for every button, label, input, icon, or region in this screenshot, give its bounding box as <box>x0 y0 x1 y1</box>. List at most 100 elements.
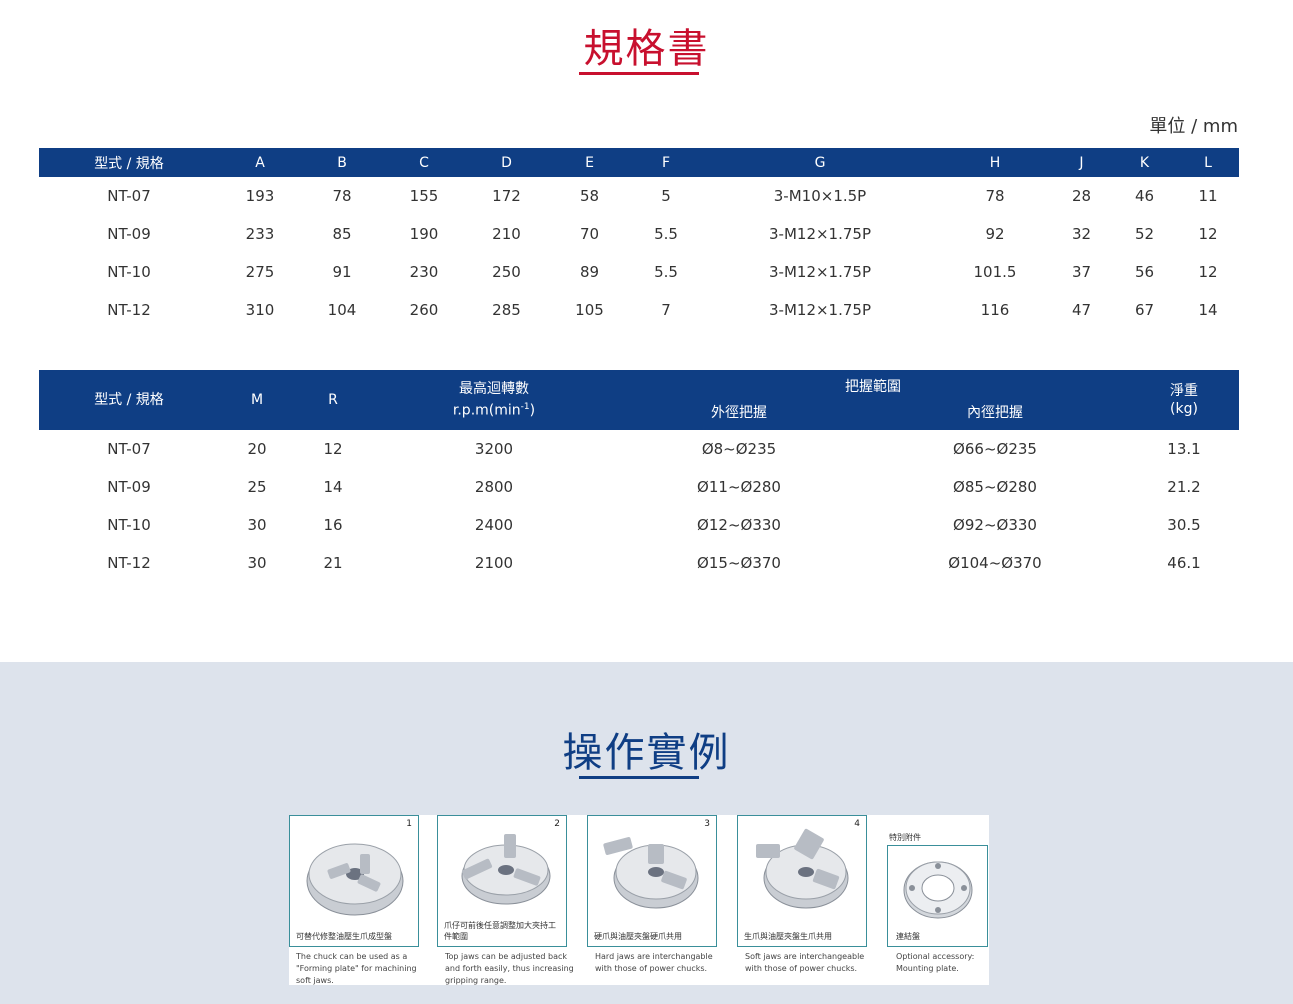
value-cell: 32 <box>1071 225 1092 243</box>
chuck-image <box>461 834 551 905</box>
col-header: C <box>383 148 465 177</box>
value-cell: Ø15~Ø370 <box>697 554 781 572</box>
value-cell: 5.5 <box>654 263 678 281</box>
model-cell: NT-09 <box>107 225 151 243</box>
model-cell: NT-07 <box>107 187 151 205</box>
table-row: NT-10 30 16 2400 Ø12~Ø330 Ø92~Ø330 30.5 <box>39 506 1239 544</box>
value-cell: 2100 <box>474 554 514 572</box>
operation-examples-panel: 1 可替代修整油壓生爪成型盤 The chuck can be used as … <box>289 815 989 985</box>
col-header: G <box>701 148 939 177</box>
value-cell: 21 <box>323 554 343 572</box>
col-header: J <box>1051 148 1112 177</box>
value-cell: 233 <box>245 225 275 243</box>
model-cell: NT-07 <box>107 440 151 458</box>
dimension-table-header: 型式 / 規格 A B C D E F G H J K L <box>39 148 1239 177</box>
value-cell: 13.1 <box>1167 440 1201 458</box>
example-card-4: 4 生爪與油壓夾盤生爪共用 <box>737 815 867 947</box>
col-header: B <box>301 148 383 177</box>
value-cell: 91 <box>332 263 352 281</box>
example-card-2: 2 爪仔可前後任意調整加大夾持工件範圍 <box>437 815 567 947</box>
col-header: K <box>1112 148 1177 177</box>
col-header-grip-range: 把握範圍 <box>617 370 1129 396</box>
value-cell: 14 <box>323 478 343 496</box>
value-cell: 30 <box>247 516 267 534</box>
value-cell: Ø66~Ø235 <box>953 440 1037 458</box>
col-header: E <box>548 148 631 177</box>
value-cell: 116 <box>980 301 1010 319</box>
operation-title: 操作實例 <box>562 730 731 776</box>
value-cell: 14 <box>1198 301 1218 319</box>
value-cell: 2400 <box>474 516 514 534</box>
value-cell: 21.2 <box>1167 478 1201 496</box>
value-cell: 67 <box>1134 301 1155 319</box>
value-cell: 70 <box>579 225 600 243</box>
value-cell: 3-M10×1.5P <box>773 187 867 205</box>
value-cell: 3-M12×1.75P <box>769 225 871 243</box>
value-cell: 30 <box>247 554 267 572</box>
chuck-image <box>306 843 404 916</box>
operation-title-underline <box>579 776 699 779</box>
value-cell: 92 <box>985 225 1005 243</box>
value-cell: 12 <box>1198 225 1218 243</box>
value-cell: 46 <box>1134 187 1155 205</box>
value-cell: 105 <box>575 301 604 319</box>
value-cell: 56 <box>1134 263 1155 281</box>
value-cell: 190 <box>409 225 439 243</box>
col-header: R <box>295 370 371 430</box>
table-row: NT-12 30 21 2100 Ø15~Ø370 Ø104~Ø370 46.1 <box>39 544 1239 582</box>
model-cell: NT-10 <box>107 516 151 534</box>
model-cell: NT-12 <box>107 554 151 572</box>
value-cell: 78 <box>985 187 1005 205</box>
table-row: NT-12 310 104 260 285 105 7 3-M12×1.75P 116 47 67 1… <box>39 291 1239 329</box>
value-cell: 85 <box>332 225 352 243</box>
example-card-1: 1 可替代修整油壓生爪成型盤 <box>289 815 419 947</box>
table-row: NT-10 275 91 230 250 89 5.5 3-M12×1.75P 101.5 37 5… <box>39 253 1239 291</box>
value-cell: 172 <box>492 187 521 205</box>
col-header-outer-grip: 外徑把握 <box>617 396 861 430</box>
value-cell: 3-M12×1.75P <box>769 263 871 281</box>
value-cell: 285 <box>492 301 521 319</box>
model-cell: NT-09 <box>107 478 151 496</box>
value-cell: 30.5 <box>1167 516 1201 534</box>
performance-table-header: 型式 / 規格 M R 最高迴轉數 r.p.m(min-1) 把握範圍 淨重 (… <box>39 370 1239 430</box>
value-cell: 89 <box>579 263 600 281</box>
value-cell: 275 <box>245 263 275 281</box>
value-cell: 2800 <box>474 478 514 496</box>
table-row: NT-07 193 78 155 172 58 5 3-M10×1.5P 78 28 46 11 <box>39 177 1239 215</box>
value-cell: 210 <box>492 225 521 243</box>
value-cell: Ø92~Ø330 <box>953 516 1037 534</box>
col-header: M <box>219 370 295 430</box>
example-card-3: 3 硬爪與油壓夾盤硬爪共用 <box>587 815 717 947</box>
value-cell: 155 <box>409 187 439 205</box>
value-cell: 310 <box>245 301 275 319</box>
spec-title: 規格書 <box>583 26 710 72</box>
value-cell: Ø8~Ø235 <box>701 440 777 458</box>
mounting-plate-image <box>903 861 973 919</box>
table-row: NT-09 233 85 190 210 70 5.5 3-M12×1.75P 92 32 52 12 <box>39 215 1239 253</box>
value-cell: 260 <box>409 301 439 319</box>
value-cell: 25 <box>247 478 267 496</box>
chuck-image <box>603 837 699 909</box>
value-cell: Ø12~Ø330 <box>697 516 781 534</box>
value-cell: 7 <box>661 301 671 319</box>
value-cell: 230 <box>409 263 439 281</box>
col-header: 型式 / 規格 <box>39 370 219 430</box>
col-header: A <box>219 148 301 177</box>
value-cell: 101.5 <box>973 263 1017 281</box>
spec-title-underline <box>579 72 699 75</box>
value-cell: 11 <box>1198 187 1218 205</box>
value-cell: 5 <box>661 187 671 205</box>
value-cell: 3-M12×1.75P <box>769 301 871 319</box>
value-cell: 46.1 <box>1167 554 1201 572</box>
value-cell: 37 <box>1071 263 1092 281</box>
value-cell: 5.5 <box>654 225 678 243</box>
value-cell: 250 <box>492 263 521 281</box>
value-cell: 20 <box>247 440 267 458</box>
unit-label: 單位 / mm <box>1149 116 1238 137</box>
col-header-inner-grip: 內徑把握 <box>861 396 1129 430</box>
chuck-image <box>756 828 849 909</box>
dimension-table: 型式 / 規格 A B C D E F G H J K L NT-07 193 78… <box>39 148 1239 329</box>
model-cell: NT-12 <box>107 301 151 319</box>
value-cell: Ø11~Ø280 <box>697 478 781 496</box>
col-header: D <box>465 148 548 177</box>
